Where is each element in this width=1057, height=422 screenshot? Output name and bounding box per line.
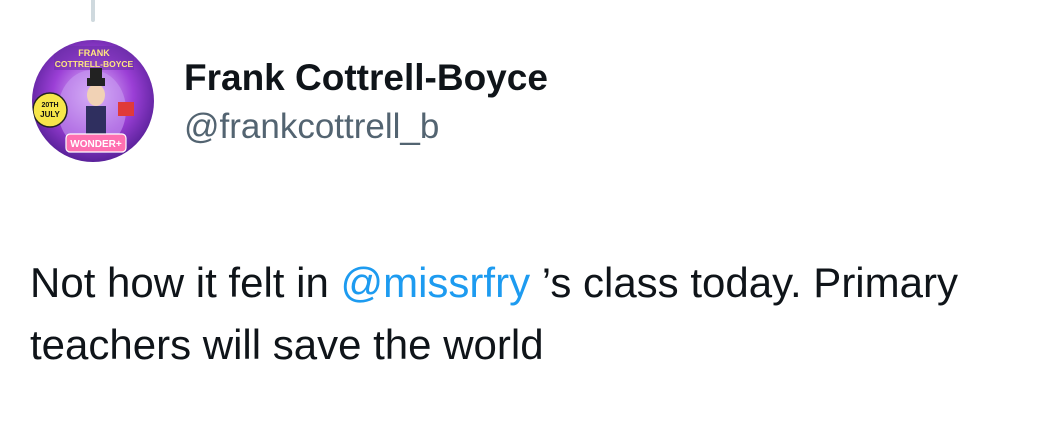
avatar[interactable]: FRANK COTTRELL-BOYCE 20TH JULY WONDER+ [32,40,154,162]
avatar-line-5: WONDER+ [70,139,122,150]
mention-link[interactable]: @missrfry [340,259,530,306]
avatar-line-4: JULY [40,110,60,119]
avatar-line-2: COTTRELL-BOYCE [55,59,134,69]
author-display-name[interactable]: Frank Cottrell-Boyce [184,56,548,100]
tweet-text: Not how it felt in @missrfry ’s class to… [30,252,1040,376]
author-handle[interactable]: @frankcottrell_b [184,106,548,148]
tweet-author: Frank Cottrell-Boyce @frankcottrell_b [184,56,548,148]
avatar-line-3: 20TH [41,102,58,109]
book-cover-avatar-icon: FRANK COTTRELL-BOYCE 20TH JULY WONDER+ [32,40,154,162]
tweet-text-before: Not how it felt in [30,259,341,306]
avatar-line-1: FRANK [78,48,110,58]
thread-connector-line [91,0,95,22]
